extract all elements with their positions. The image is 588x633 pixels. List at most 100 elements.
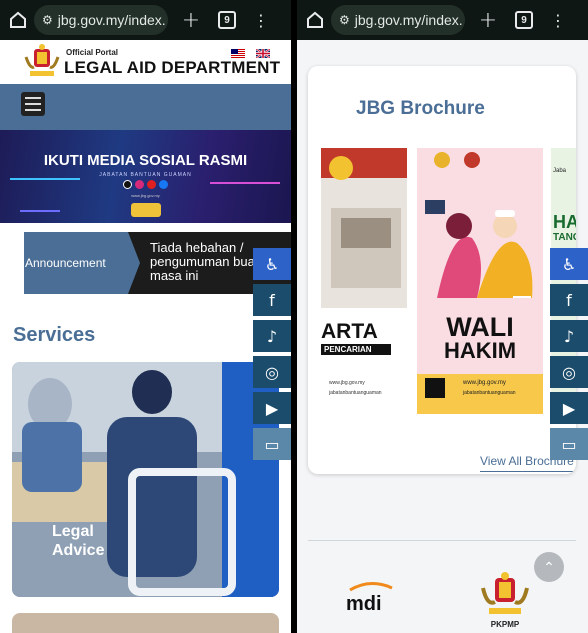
announcement-bar: Announcement Tiada hebahan / pengumuman …	[24, 232, 291, 294]
youtube-icon: ▶	[265, 398, 279, 418]
home-icon[interactable]	[8, 10, 28, 30]
department-name: LEGAL AID DEPARTMENT	[64, 58, 281, 77]
poster-illustration	[321, 148, 407, 308]
new-tab-icon[interactable]: +	[176, 8, 206, 33]
facebook-button[interactable]: f	[550, 284, 588, 316]
tiktok-button[interactable]: ♪	[550, 320, 588, 352]
facebook-icon: f	[566, 290, 572, 310]
url-text: jbg.gov.my/index.	[354, 12, 463, 28]
youtube-button[interactable]: ▶	[550, 392, 588, 424]
tiktok-button[interactable]: ♪	[253, 320, 291, 352]
tab-count: 9	[224, 14, 230, 26]
right-screen: ⚙ jbg.gov.my/index. + 9 ⋮ JBG Brochure A…	[297, 0, 588, 633]
site-header: Official Portal LEGAL AID DEPARTMENT	[0, 40, 291, 84]
qr-code-icon	[425, 378, 445, 398]
poster1-url: www.jbg.gov.my	[329, 380, 365, 386]
legal-advice-photo	[12, 362, 279, 597]
uk-flag-icon[interactable]	[256, 49, 270, 58]
poster3-small-text: Jaba	[553, 168, 567, 174]
instagram-icon: ◎	[265, 362, 279, 382]
banner-social-icons	[0, 180, 291, 189]
instagram-icon: ◎	[562, 362, 576, 382]
legal-advice-card[interactable]: Legal Advice	[12, 362, 279, 597]
site-settings-icon[interactable]: ⚙	[42, 13, 53, 27]
youtube-button[interactable]: ▶	[253, 392, 291, 424]
poster3-title: HA	[553, 212, 576, 232]
instagram-button[interactable]: ◎	[550, 356, 588, 388]
tab-switcher-button[interactable]: 9	[515, 11, 533, 29]
poster1-handle: jabatanbantuanguaman	[329, 390, 382, 396]
nav-bar	[0, 84, 291, 130]
poster2-handle: jabatanbantuanguaman	[463, 390, 516, 396]
services-heading: Services	[13, 324, 96, 346]
url-text: jbg.gov.my/index.	[57, 12, 166, 28]
poster2-url: www.jbg.gov.my	[463, 380, 506, 386]
tab-switcher-button[interactable]: 9	[218, 11, 236, 29]
more-menu-icon[interactable]: ⋮	[543, 11, 573, 30]
announcement-label: Announcement	[25, 256, 106, 270]
scroll-to-top-button[interactable]: ⌃	[534, 552, 564, 582]
facebook-button[interactable]: f	[253, 284, 291, 316]
mdi-logo-text: mdi	[346, 593, 382, 614]
video-camera-icon: ▭	[264, 434, 280, 454]
pkpmp-logo[interactable]: PKPMP	[475, 570, 535, 630]
tiktok-icon	[123, 180, 132, 189]
accessibility-icon: ♿	[561, 254, 577, 274]
facebook-icon	[159, 180, 168, 189]
tiktok-icon: ♪	[266, 326, 278, 346]
tiktok-icon: ♪	[563, 326, 575, 346]
card-label-line: Advice	[52, 542, 105, 559]
card-label-line: Legal	[52, 523, 94, 540]
video-button[interactable]: ▭	[253, 428, 291, 460]
brochure-poster-wali-hakim[interactable]: WALI HAKIM www.jbg.gov.my jabatanbantuan…	[417, 148, 543, 414]
poster2-title-line2: HAKIM	[443, 338, 517, 363]
banner-subtitle: JABATAN BANTUAN GUAMAN	[99, 172, 192, 178]
video-button[interactable]: ▭	[550, 428, 588, 460]
accessibility-button[interactable]: ♿	[550, 248, 588, 280]
pkpmp-crest-icon	[481, 572, 529, 614]
floating-social-bar: ♿ f ♪ ◎ ▶ ▭	[253, 248, 291, 464]
new-tab-icon[interactable]: +	[473, 8, 503, 33]
home-icon[interactable]	[305, 10, 325, 30]
site-settings-icon[interactable]: ⚙	[339, 13, 350, 27]
brochure-heading: JBG Brochure	[356, 98, 485, 119]
banner-url: www.jbg.gov.my	[131, 193, 160, 198]
more-menu-icon[interactable]: ⋮	[246, 11, 276, 30]
poster1-title: ARTA	[321, 320, 378, 343]
announcement-line: masa ini	[150, 268, 199, 283]
instagram-button[interactable]: ◎	[253, 356, 291, 388]
footer-divider	[308, 540, 576, 541]
left-screen: ⚙ jbg.gov.my/index. + 9 ⋮ Official Porta…	[0, 0, 291, 633]
announcement-line: Tiada hebahan /	[150, 240, 244, 255]
announcement-line: pengumuman buat	[150, 254, 259, 269]
mdi-logo[interactable]: mdi	[344, 580, 398, 614]
instagram-icon	[135, 180, 144, 189]
malaysia-madani-logo	[131, 203, 161, 217]
malaysia-flag-icon[interactable]	[231, 49, 245, 58]
tab-count: 9	[521, 14, 527, 26]
url-bar[interactable]: ⚙ jbg.gov.my/index.	[331, 5, 465, 35]
facebook-icon: f	[269, 290, 275, 310]
service-card[interactable]	[12, 613, 279, 633]
accessibility-icon: ♿	[264, 254, 280, 274]
poster3-subtitle: TANG	[553, 232, 576, 243]
accessibility-button[interactable]: ♿	[253, 248, 291, 280]
announcement-arrow	[128, 232, 140, 294]
poster1-subtitle: PENCARIAN	[321, 344, 391, 355]
browser-toolbar: ⚙ jbg.gov.my/index. + 9 ⋮	[297, 0, 588, 40]
brochure-section: JBG Brochure ARTA PENCARIAN www.jbg.gov.…	[308, 66, 576, 474]
social-media-banner[interactable]: IKUTI MEDIA SOSIAL RASMI JABATAN BANTUAN…	[0, 130, 291, 223]
announcement-text: Tiada hebahan / pengumuman buat masa ini	[128, 232, 258, 294]
coat-of-arms-logo[interactable]	[22, 43, 62, 79]
youtube-icon	[147, 180, 156, 189]
chevron-up-icon: ⌃	[543, 558, 555, 575]
poster2-title-line1: WALI	[446, 312, 514, 342]
url-bar[interactable]: ⚙ jbg.gov.my/index.	[34, 5, 168, 35]
legal-advice-label: Legal Advice	[52, 522, 104, 560]
brochure-poster-harta-pencarian[interactable]: ARTA PENCARIAN www.jbg.gov.my jabatanban…	[321, 148, 407, 414]
banner-title: IKUTI MEDIA SOSIAL RASMI	[43, 152, 248, 169]
banner-stripe	[20, 210, 60, 212]
floating-social-bar: ♿ f ♪ ◎ ▶ ▭	[550, 248, 588, 464]
hamburger-menu-icon[interactable]	[21, 92, 45, 116]
youtube-icon: ▶	[562, 398, 576, 418]
